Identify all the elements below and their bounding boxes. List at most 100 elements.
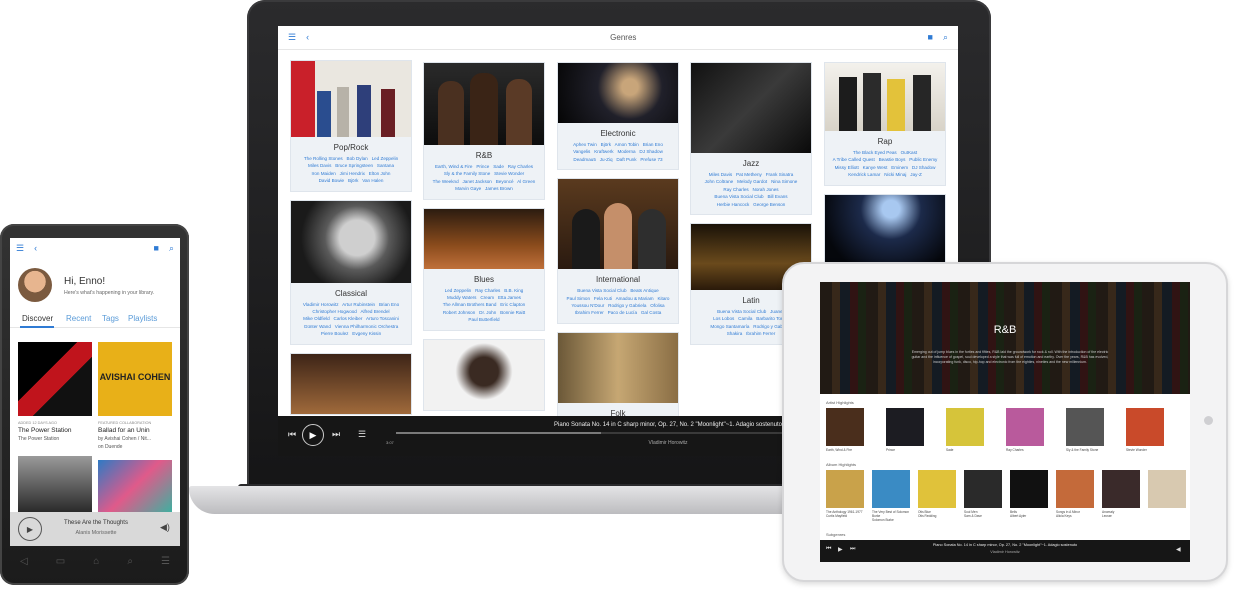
artist-link[interactable]: Buena Vista Social Club [717,309,766,314]
album-thumb[interactable] [918,470,956,508]
bookmark-icon[interactable]: ■ [154,243,159,253]
artist-link[interactable]: Artur Rubinstein [342,302,375,307]
artist-thumb[interactable] [1006,408,1044,446]
genre-card-blues[interactable]: Blues Led Zeppelin Ray Charles B.B. King… [423,207,545,331]
tab-recent[interactable]: Recent [66,314,91,323]
artist-link[interactable]: Paul Butterfield [468,317,499,322]
artist-link[interactable]: The Weeknd [433,179,459,184]
artist-link[interactable]: Bill Evans [767,194,787,199]
artist-link[interactable]: Daft Punk [616,157,636,162]
genre-card[interactable] [290,352,412,415]
search-icon[interactable]: ⌕ [127,556,133,570]
next-icon[interactable]: ⏭ [332,429,340,440]
artist-link[interactable]: Paco de Lucía [608,310,637,315]
discover-card[interactable]: AVISHAI COHEN FEATURED COLLABORATION Bal… [98,342,172,450]
artist-link[interactable]: Iron Maiden [312,171,336,176]
artist-link[interactable]: Eric Clapton [500,302,525,307]
tab-playlists[interactable]: Playlists [128,314,157,323]
artist-link[interactable]: Alfred Brendel [360,309,389,314]
volume-icon[interactable]: ◀ [1176,546,1181,553]
artist-link[interactable]: Melody Gardot [737,179,767,184]
artist-link[interactable]: Vladimir Horowitz [303,302,339,307]
artist-link[interactable]: Amadou & Mariam [616,296,654,301]
artist-link[interactable]: Nina Simone [771,179,797,184]
artist-link[interactable]: Earth, Wind & Fire [435,164,473,169]
genre-card-rnb[interactable]: R&B Earth, Wind & Fire Prince Sade Ray C… [423,62,545,200]
artist-link[interactable]: Led Zeppelin [445,288,472,293]
artist-link[interactable]: John Coltrane [705,179,734,184]
tab-discover[interactable]: Discover [22,314,53,323]
artist-caption[interactable]: Prince [886,448,926,452]
album-cover[interactable] [18,456,92,512]
genre-card[interactable] [423,338,545,411]
artist-caption[interactable]: Ray Charles [1006,448,1046,452]
artist-link[interactable]: Muddy Waters [447,295,476,300]
genre-card-international[interactable]: International Buena Vista Social Club Be… [557,178,679,324]
artist-link[interactable]: Deadmau5 [573,157,595,162]
queue-icon[interactable]: ☰ [358,429,366,440]
artist-link[interactable]: George Benson [753,202,785,207]
artist-link[interactable]: Santana [377,163,394,168]
album-caption[interactable]: Otis Blue Otis Redding [918,510,958,518]
genre-card-folk[interactable]: Folk [557,331,679,422]
artist-link[interactable]: Fela Kuti [594,296,612,301]
artist-link[interactable]: Ibrahim Ferrer [746,331,775,336]
tab-tags[interactable]: Tags [102,314,119,323]
artist-link[interactable]: Ray Charles [508,164,533,169]
artist-link[interactable]: Bonnie Raitt [500,310,525,315]
artist-link[interactable]: Eminem [891,165,908,170]
artist-thumb[interactable] [1126,408,1164,446]
artist-link[interactable]: Gal Costa [641,310,661,315]
artist-link[interactable]: David Bowie [319,178,345,183]
artist-link[interactable]: Prefuse 73 [640,157,662,162]
artist-link[interactable]: Mongo Santamaría [710,324,749,329]
artist-link[interactable]: Brian Eno [379,302,399,307]
discover-card[interactable]: ADDED 12 DAYS AGO The Power Station The … [18,342,92,442]
artist-link[interactable]: Amon Tobin [615,142,639,147]
artist-link[interactable]: Bob Dylan [347,156,368,161]
genre-card-jazz[interactable]: Jazz Miles Davis Pat Metheny Frank Sinat… [690,62,812,216]
artist-link[interactable]: Herbie Hancock [717,202,750,207]
artist-link[interactable]: Jay-Z [910,172,921,177]
volume-icon[interactable]: ◀) [160,522,170,533]
artist-link[interactable]: DJ Shadow [912,165,936,170]
artist-link[interactable]: Jimi Hendrix [340,171,365,176]
artist-caption[interactable]: Stevie Wonder [1126,448,1166,452]
album-caption[interactable]: Anomaly Lecrae [1102,510,1142,518]
artist-link[interactable]: Prince [476,164,489,169]
artist-link[interactable]: Shakira [727,331,743,336]
artist-link[interactable]: Led Zeppelin [372,156,399,161]
menu-icon[interactable]: ☰ [161,556,170,570]
artist-link[interactable]: Sly & the Family Stone [444,171,490,176]
artist-link[interactable]: Robert Johnson [443,310,475,315]
artist-link[interactable]: Van Halen [362,178,383,183]
album-cover[interactable] [98,460,172,512]
artist-link[interactable]: Pierre Boulez [321,331,349,336]
artist-link[interactable]: The Allman Brothers Band [443,302,497,307]
genre-card-electronic[interactable]: Electronic Aphex Twin Björk Amon Tobin B… [557,62,679,171]
artist-link[interactable]: The Rolling Stones [304,156,343,161]
play-icon[interactable]: ▶ [838,546,843,553]
artist-link[interactable]: Camila [738,316,752,321]
album-thumb[interactable] [964,470,1002,508]
tablet-home-button[interactable] [1204,416,1213,425]
artist-link[interactable]: Kendrick Lamar [848,172,880,177]
album-caption[interactable]: The Very Best of Solomon Burke Solomon Bu… [872,510,912,522]
artist-link[interactable]: Missy Elliott [835,165,859,170]
artist-link[interactable]: Beats Antique [630,288,658,293]
artist-link[interactable]: Marvin Gaye [455,186,481,191]
album-caption[interactable]: Bells Albert Ayler [1010,510,1050,518]
artist-caption[interactable]: Sly & the Family Stone [1066,448,1106,452]
artist-link[interactable]: Björk [601,142,611,147]
album-thumb[interactable] [872,470,910,508]
artist-link[interactable]: Ray Charles [723,187,748,192]
album-caption[interactable]: The Anthology 1961-1977 Curtis Mayfield [826,510,866,518]
artist-link[interactable]: Pat Metheny [736,172,762,177]
artist-link[interactable]: Buena Vista Social Club [714,194,763,199]
artist-link[interactable]: Carlos Kleiber [334,316,363,321]
album-thumb[interactable] [1010,470,1048,508]
back-icon[interactable]: ‹ [34,243,37,253]
artist-link[interactable]: Ray Charles [475,288,500,293]
previous-icon[interactable]: ⏮ [288,429,296,440]
artist-link[interactable]: Nicki Minaj [884,172,906,177]
